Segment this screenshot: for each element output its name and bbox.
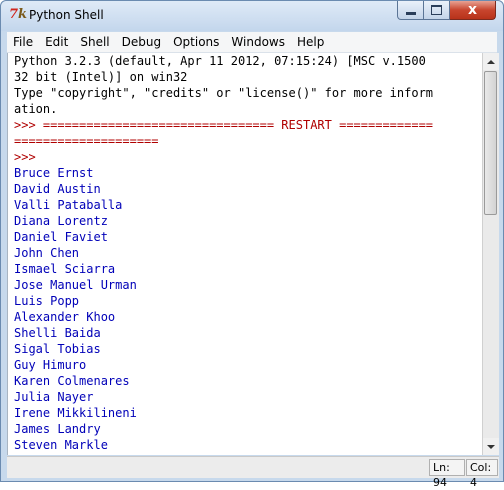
menu-edit[interactable]: Edit	[39, 32, 74, 52]
header-line: Type "copyright", "credits" or "license(…	[14, 86, 434, 100]
output-line: Bruce Ernst	[14, 166, 94, 180]
menu-windows[interactable]: Windows	[225, 32, 291, 52]
title-bar[interactable]: 7k Python Shell x	[1, 1, 503, 31]
output-line: Alexander Khoo	[14, 310, 116, 324]
output-line: Luis Popp	[14, 294, 80, 308]
output-line: James Landry	[14, 422, 101, 436]
close-icon: x	[467, 2, 478, 18]
output-line: Sigal Tobias	[14, 342, 101, 356]
output-line: Diana Lorentz	[14, 214, 108, 228]
menu-shell[interactable]: Shell	[74, 32, 115, 52]
output-line: Karen Colmenares	[14, 374, 130, 388]
line-number-indicator: Ln: 94	[429, 459, 465, 489]
header-line: 32 bit (Intel)] on win32	[14, 70, 188, 84]
output-line: Valli Pataballa	[14, 198, 123, 212]
output-line: John Chen	[14, 246, 80, 260]
minimize-button[interactable]	[397, 1, 424, 20]
shell-lines: Python 3.2.3 (default, Apr 11 2012, 07:1…	[14, 53, 433, 453]
output-line: Julia Nayer	[14, 390, 94, 404]
menu-help[interactable]: Help	[291, 32, 330, 52]
restart-line: >>> ================================ RES…	[14, 118, 434, 132]
output-line: Shelli Baida	[14, 326, 101, 340]
scrollbar-thumb[interactable]	[484, 71, 497, 215]
vertical-scrollbar[interactable]	[482, 53, 499, 455]
output-line: Guy Himuro	[14, 358, 87, 372]
column-number-indicator: Col: 4	[466, 459, 498, 489]
shell-text-area[interactable]: Python 3.2.3 (default, Apr 11 2012, 07:1…	[7, 53, 482, 455]
close-button[interactable]: x	[450, 1, 496, 20]
output-line: Steven Markle	[14, 438, 108, 452]
status-bar: Ln: 94 Col: 4	[7, 456, 499, 489]
menu-debug[interactable]: Debug	[116, 32, 167, 52]
shell-prompt: >>>	[14, 150, 36, 164]
output-line: David Austin	[14, 182, 101, 196]
idle-app-icon: 7k	[9, 7, 28, 22]
window-title: Python Shell	[29, 8, 104, 22]
menu-file[interactable]: File	[7, 32, 39, 52]
minimize-icon	[405, 11, 416, 15]
output-line: Daniel Faviet	[14, 230, 108, 244]
header-line: ation.	[14, 102, 58, 116]
header-line: Python 3.2.3 (default, Apr 11 2012, 07:1…	[14, 54, 426, 68]
output-line: Irene Mikkilineni	[14, 406, 137, 420]
restart-line-continued: ====================	[14, 134, 159, 148]
scroll-up-button[interactable]	[483, 53, 499, 70]
scroll-down-button[interactable]	[483, 438, 499, 455]
menu-bar: File Edit Shell Debug Options Windows He…	[7, 32, 497, 53]
output-line: Jose Manuel Urman	[14, 278, 137, 292]
maximize-icon	[431, 5, 442, 15]
maximize-button[interactable]	[424, 1, 450, 20]
python-shell-window: 7k Python Shell x File Edit Shell Debug …	[0, 0, 504, 489]
output-line: Ismael Sciarra	[14, 262, 116, 276]
arrow-up-icon	[487, 59, 495, 64]
arrow-down-icon	[487, 444, 495, 449]
menu-options[interactable]: Options	[167, 32, 225, 52]
